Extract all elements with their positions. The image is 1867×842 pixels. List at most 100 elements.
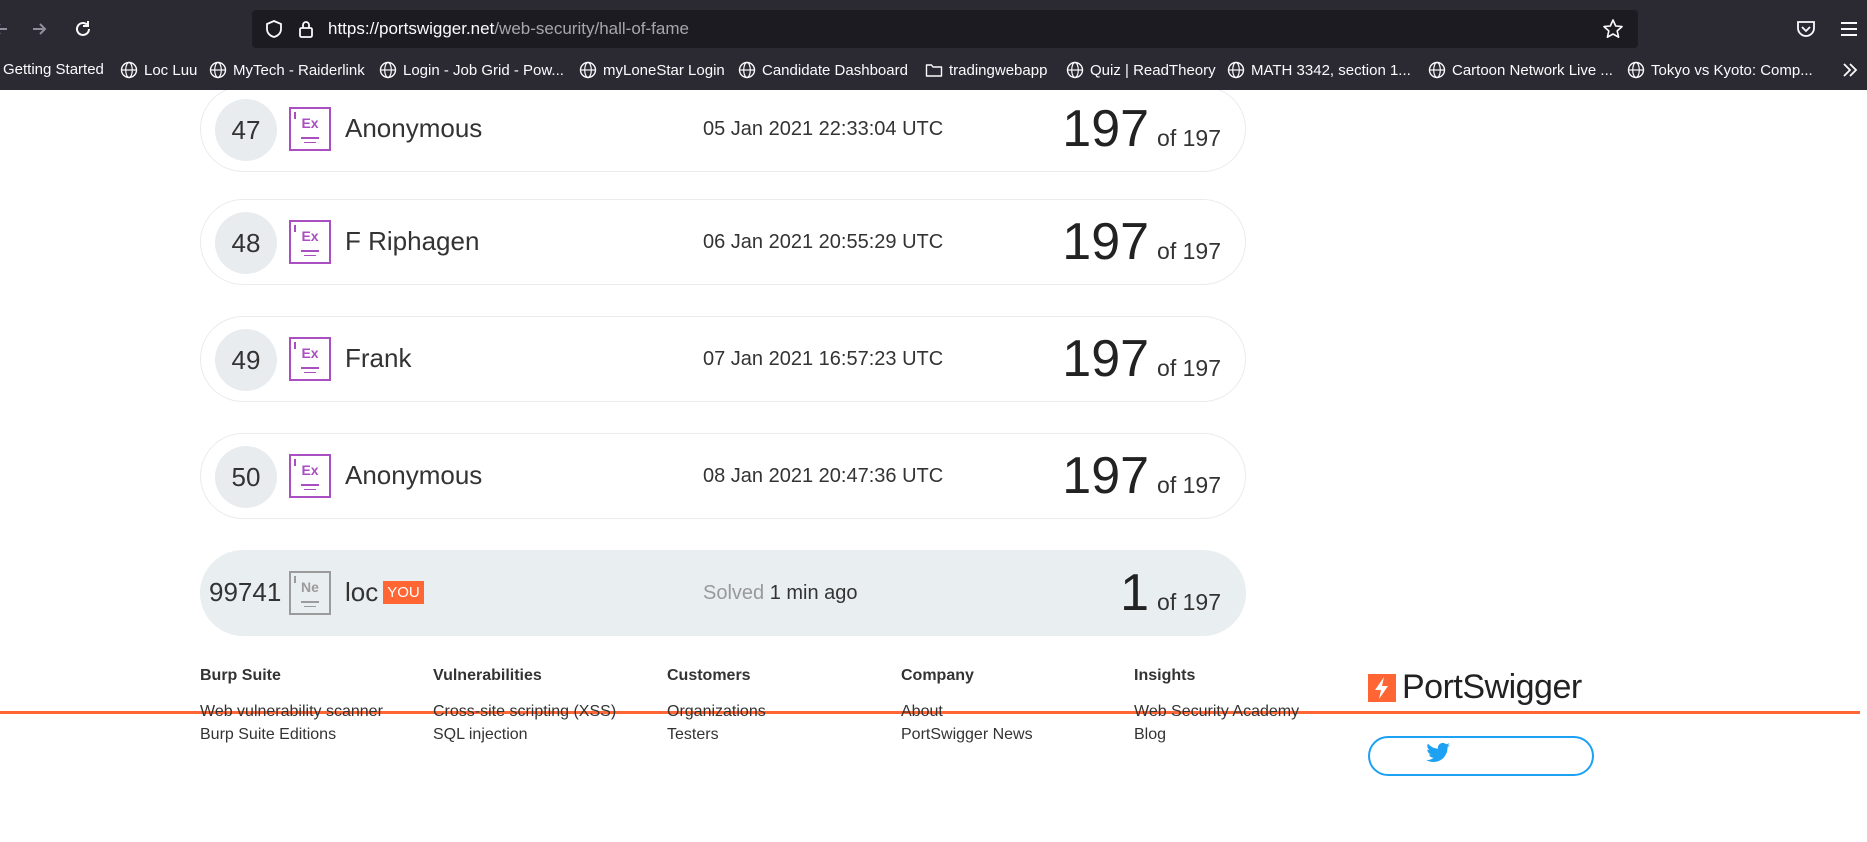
rank-circle: 49 [215, 329, 277, 391]
score-value: 197 [1062, 100, 1150, 158]
bookmark-math-3342[interactable]: MATH 3342, section 1... [1227, 61, 1411, 79]
badge-label: Ex [301, 462, 319, 478]
bookmark-tradingwebapp[interactable]: tradingwebapp [925, 61, 1047, 79]
bookmark-mytech[interactable]: MyTech - Raiderlink [209, 61, 365, 79]
solved-status: Solved 1 min ago [703, 582, 858, 605]
globe-icon [1627, 61, 1645, 79]
leaderboard-row: 48 Ex F Riphagen 06 Jan 2021 20:55:29 UT… [200, 199, 1246, 285]
forward-icon [33, 23, 47, 35]
player-name: loc YOU [345, 577, 424, 608]
score-total: of 197 [1157, 589, 1221, 615]
leaderboard-row: 49 Ex Frank 07 Jan 2021 16:57:23 UTC 197… [200, 316, 1246, 402]
footer-heading: Insights [1134, 667, 1196, 684]
bookmark-tokyo-vs-kyoto[interactable]: Tokyo vs Kyoto: Comp... [1627, 61, 1813, 79]
newbie-badge-icon: Ne [289, 571, 331, 615]
footer-link[interactable]: Web vulnerability scanner [200, 703, 383, 721]
solved-time: 1 min ago [769, 582, 858, 604]
lock-icon[interactable] [296, 19, 316, 39]
bookmark-quiz-readtheory[interactable]: Quiz | ReadTheory [1066, 61, 1216, 79]
bookmark-getting-started[interactable]: Getting Started [3, 61, 104, 78]
footer-link[interactable]: Burp Suite Editions [200, 726, 383, 744]
globe-icon [1428, 61, 1446, 79]
globe-icon [120, 61, 138, 79]
footer-link[interactable]: SQL injection [433, 726, 616, 744]
twitter-follow-button[interactable] [1368, 736, 1594, 776]
rank-circle: 48 [215, 212, 277, 274]
chevron-double-right-icon[interactable] [1840, 60, 1860, 80]
rank-circle: 50 [215, 446, 277, 508]
reload-icon [76, 21, 90, 36]
completion-date: 07 Jan 2021 16:57:23 UTC [703, 348, 944, 370]
completion-date: 06 Jan 2021 20:55:29 UTC [703, 231, 944, 253]
badge-label: Ex [301, 345, 319, 361]
reload-button[interactable] [68, 14, 98, 44]
globe-icon [738, 61, 756, 79]
footer-link[interactable]: Testers [667, 726, 766, 744]
badge-label: Ex [301, 228, 319, 244]
user-rank: 99741 [209, 577, 282, 607]
score-total: of 197 [1157, 472, 1221, 498]
footer-link[interactable]: PortSwigger News [901, 726, 1033, 744]
bookmark-cartoon-network[interactable]: Cartoon Network Live ... [1428, 61, 1613, 79]
footer-column-burp-suite: Burp Suite Web vulnerability scanner Bur… [200, 667, 383, 749]
url-path: /web-security/hall-of-fame [494, 19, 689, 38]
footer-link[interactable]: Organizations [667, 703, 766, 721]
footer-link[interactable]: About [901, 703, 1033, 721]
navigation-bar: https://portswigger.net/web-security/hal… [0, 6, 1867, 52]
solved-label: Solved [703, 582, 765, 604]
footer-heading: Burp Suite [200, 667, 281, 684]
url-host: https://portswigger.net [328, 19, 495, 38]
portswigger-logo-icon [1368, 673, 1396, 702]
url-text[interactable]: https://portswigger.net/web-security/hal… [328, 19, 689, 39]
player-name: Anonymous [345, 460, 483, 490]
bookmark-loc-luu[interactable]: Loc Luu [120, 61, 197, 79]
score: 1 of 197 [1120, 563, 1221, 623]
footer-column-insights: Insights Web Security Academy Blog [1134, 667, 1299, 749]
back-icon [0, 24, 7, 34]
footer-column-company: Company About PortSwigger News [901, 667, 1033, 749]
bookmark-label: MyTech - Raiderlink [233, 61, 365, 79]
bookmarks-toolbar: Getting Started Loc Luu MyTech - Raiderl… [0, 56, 1867, 86]
expert-badge-icon: Ex [289, 337, 331, 381]
globe-icon [1227, 61, 1245, 79]
bookmark-label: Login - Job Grid - Pow... [403, 61, 564, 79]
forward-button[interactable] [24, 14, 54, 44]
footer-heading: Vulnerabilities [433, 667, 542, 684]
user-name: loc [345, 577, 379, 607]
current-user-row: 99741 Ne loc YOU Solved 1 min ago 1 of 197 [200, 550, 1246, 636]
badge-label: Ex [301, 115, 319, 131]
globe-icon [579, 61, 597, 79]
score-value: 197 [1062, 213, 1150, 271]
bookmark-mylonestar[interactable]: myLoneStar Login [579, 61, 725, 79]
score: 197 of 197 [1062, 212, 1221, 272]
browser-chrome: https://portswigger.net/web-security/hal… [0, 0, 1867, 90]
globe-icon [379, 61, 397, 79]
footer-link[interactable]: Cross-site scripting (XSS) [433, 703, 616, 721]
player-name: F Riphagen [345, 226, 480, 256]
score-value: 197 [1062, 447, 1150, 505]
bookmark-login-job-grid[interactable]: Login - Job Grid - Pow... [379, 61, 564, 79]
footer-link[interactable]: Blog [1134, 726, 1299, 744]
shield-icon[interactable] [264, 19, 284, 39]
bookmark-label: myLoneStar Login [603, 61, 725, 79]
portswigger-logo[interactable]: PortSwigger [1368, 668, 1582, 707]
address-bar[interactable]: https://portswigger.net/web-security/hal… [252, 10, 1638, 48]
you-badge: YOU [383, 581, 424, 604]
footer-column-customers: Customers Organizations Testers [667, 667, 766, 749]
expert-badge-icon: Ex [289, 454, 331, 498]
footer-link[interactable]: Web Security Academy [1134, 703, 1299, 721]
back-button[interactable] [0, 14, 16, 44]
player-name: Anonymous [345, 113, 483, 143]
footer-column-vulnerabilities: Vulnerabilities Cross-site scripting (XS… [433, 667, 616, 749]
score: 197 of 197 [1062, 99, 1221, 159]
pocket-icon[interactable] [1795, 18, 1817, 40]
score-total: of 197 [1157, 355, 1221, 381]
globe-icon [1066, 61, 1084, 79]
bookmark-label: Getting Started [3, 61, 104, 78]
menu-icon[interactable] [1838, 18, 1860, 40]
score: 197 of 197 [1062, 446, 1221, 506]
score-value: 1 [1120, 564, 1150, 622]
bookmark-candidate-dashboard[interactable]: Candidate Dashboard [738, 61, 908, 79]
score-value: 197 [1062, 330, 1150, 388]
star-icon[interactable] [1602, 18, 1624, 40]
